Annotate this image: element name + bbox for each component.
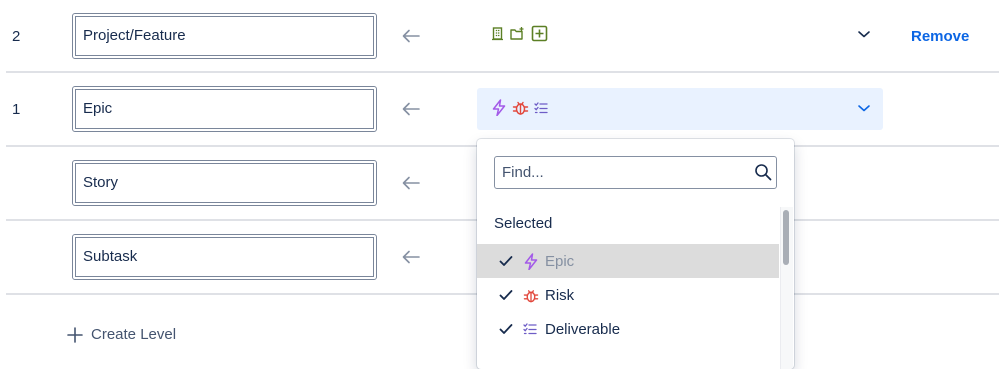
level-row-1: 1 Epic (0, 73, 999, 147)
level-name-input[interactable]: Project/Feature (72, 13, 377, 59)
check-icon (499, 256, 513, 266)
issue-type-select[interactable] (477, 88, 883, 130)
level-number: 1 (12, 101, 21, 118)
lightning-icon (492, 99, 506, 116)
level-name-input[interactable]: Story (72, 160, 377, 206)
option-risk[interactable]: Risk (477, 278, 779, 312)
search-input[interactable] (495, 157, 759, 188)
option-label: Risk (545, 286, 575, 304)
level-name-input[interactable]: Subtask (72, 234, 377, 280)
lightning-icon (524, 252, 538, 270)
arrow-left-icon (402, 176, 420, 190)
plus-box-icon (531, 25, 548, 42)
folder-icon (510, 27, 524, 40)
bug-icon (523, 289, 539, 302)
chevron-down-icon[interactable] (857, 29, 871, 39)
plus-icon (67, 326, 83, 343)
issue-type-dropdown: Selected Epic Risk Deliverable (477, 139, 794, 369)
issue-type-select[interactable] (477, 14, 883, 56)
level-number: 2 (12, 28, 21, 45)
search-field[interactable] (494, 156, 777, 189)
building-icon (492, 27, 503, 41)
scrollbar-thumb[interactable] (783, 210, 789, 265)
arrow-left-icon (402, 29, 420, 43)
checklist-icon (534, 101, 548, 113)
check-icon (499, 290, 513, 300)
level-name-input[interactable]: Epic (72, 86, 377, 132)
remove-level-button[interactable]: Remove (911, 28, 969, 45)
option-deliverable[interactable]: Deliverable (477, 312, 779, 346)
option-epic[interactable]: Epic (477, 244, 779, 278)
arrow-left-icon (402, 250, 420, 264)
create-level-button[interactable]: Create Level (67, 326, 176, 343)
chevron-down-icon[interactable] (857, 103, 871, 113)
checklist-icon (523, 323, 537, 335)
group-heading: Selected (494, 215, 553, 232)
create-level-label: Create Level (91, 326, 177, 343)
level-row-2: 2 Project/Feature Remove (0, 0, 999, 74)
search-icon (755, 164, 772, 181)
option-label: Epic (545, 252, 575, 270)
check-icon (499, 324, 513, 334)
option-label: Deliverable (545, 320, 621, 338)
bug-icon (512, 101, 529, 115)
arrow-left-icon (402, 102, 420, 116)
